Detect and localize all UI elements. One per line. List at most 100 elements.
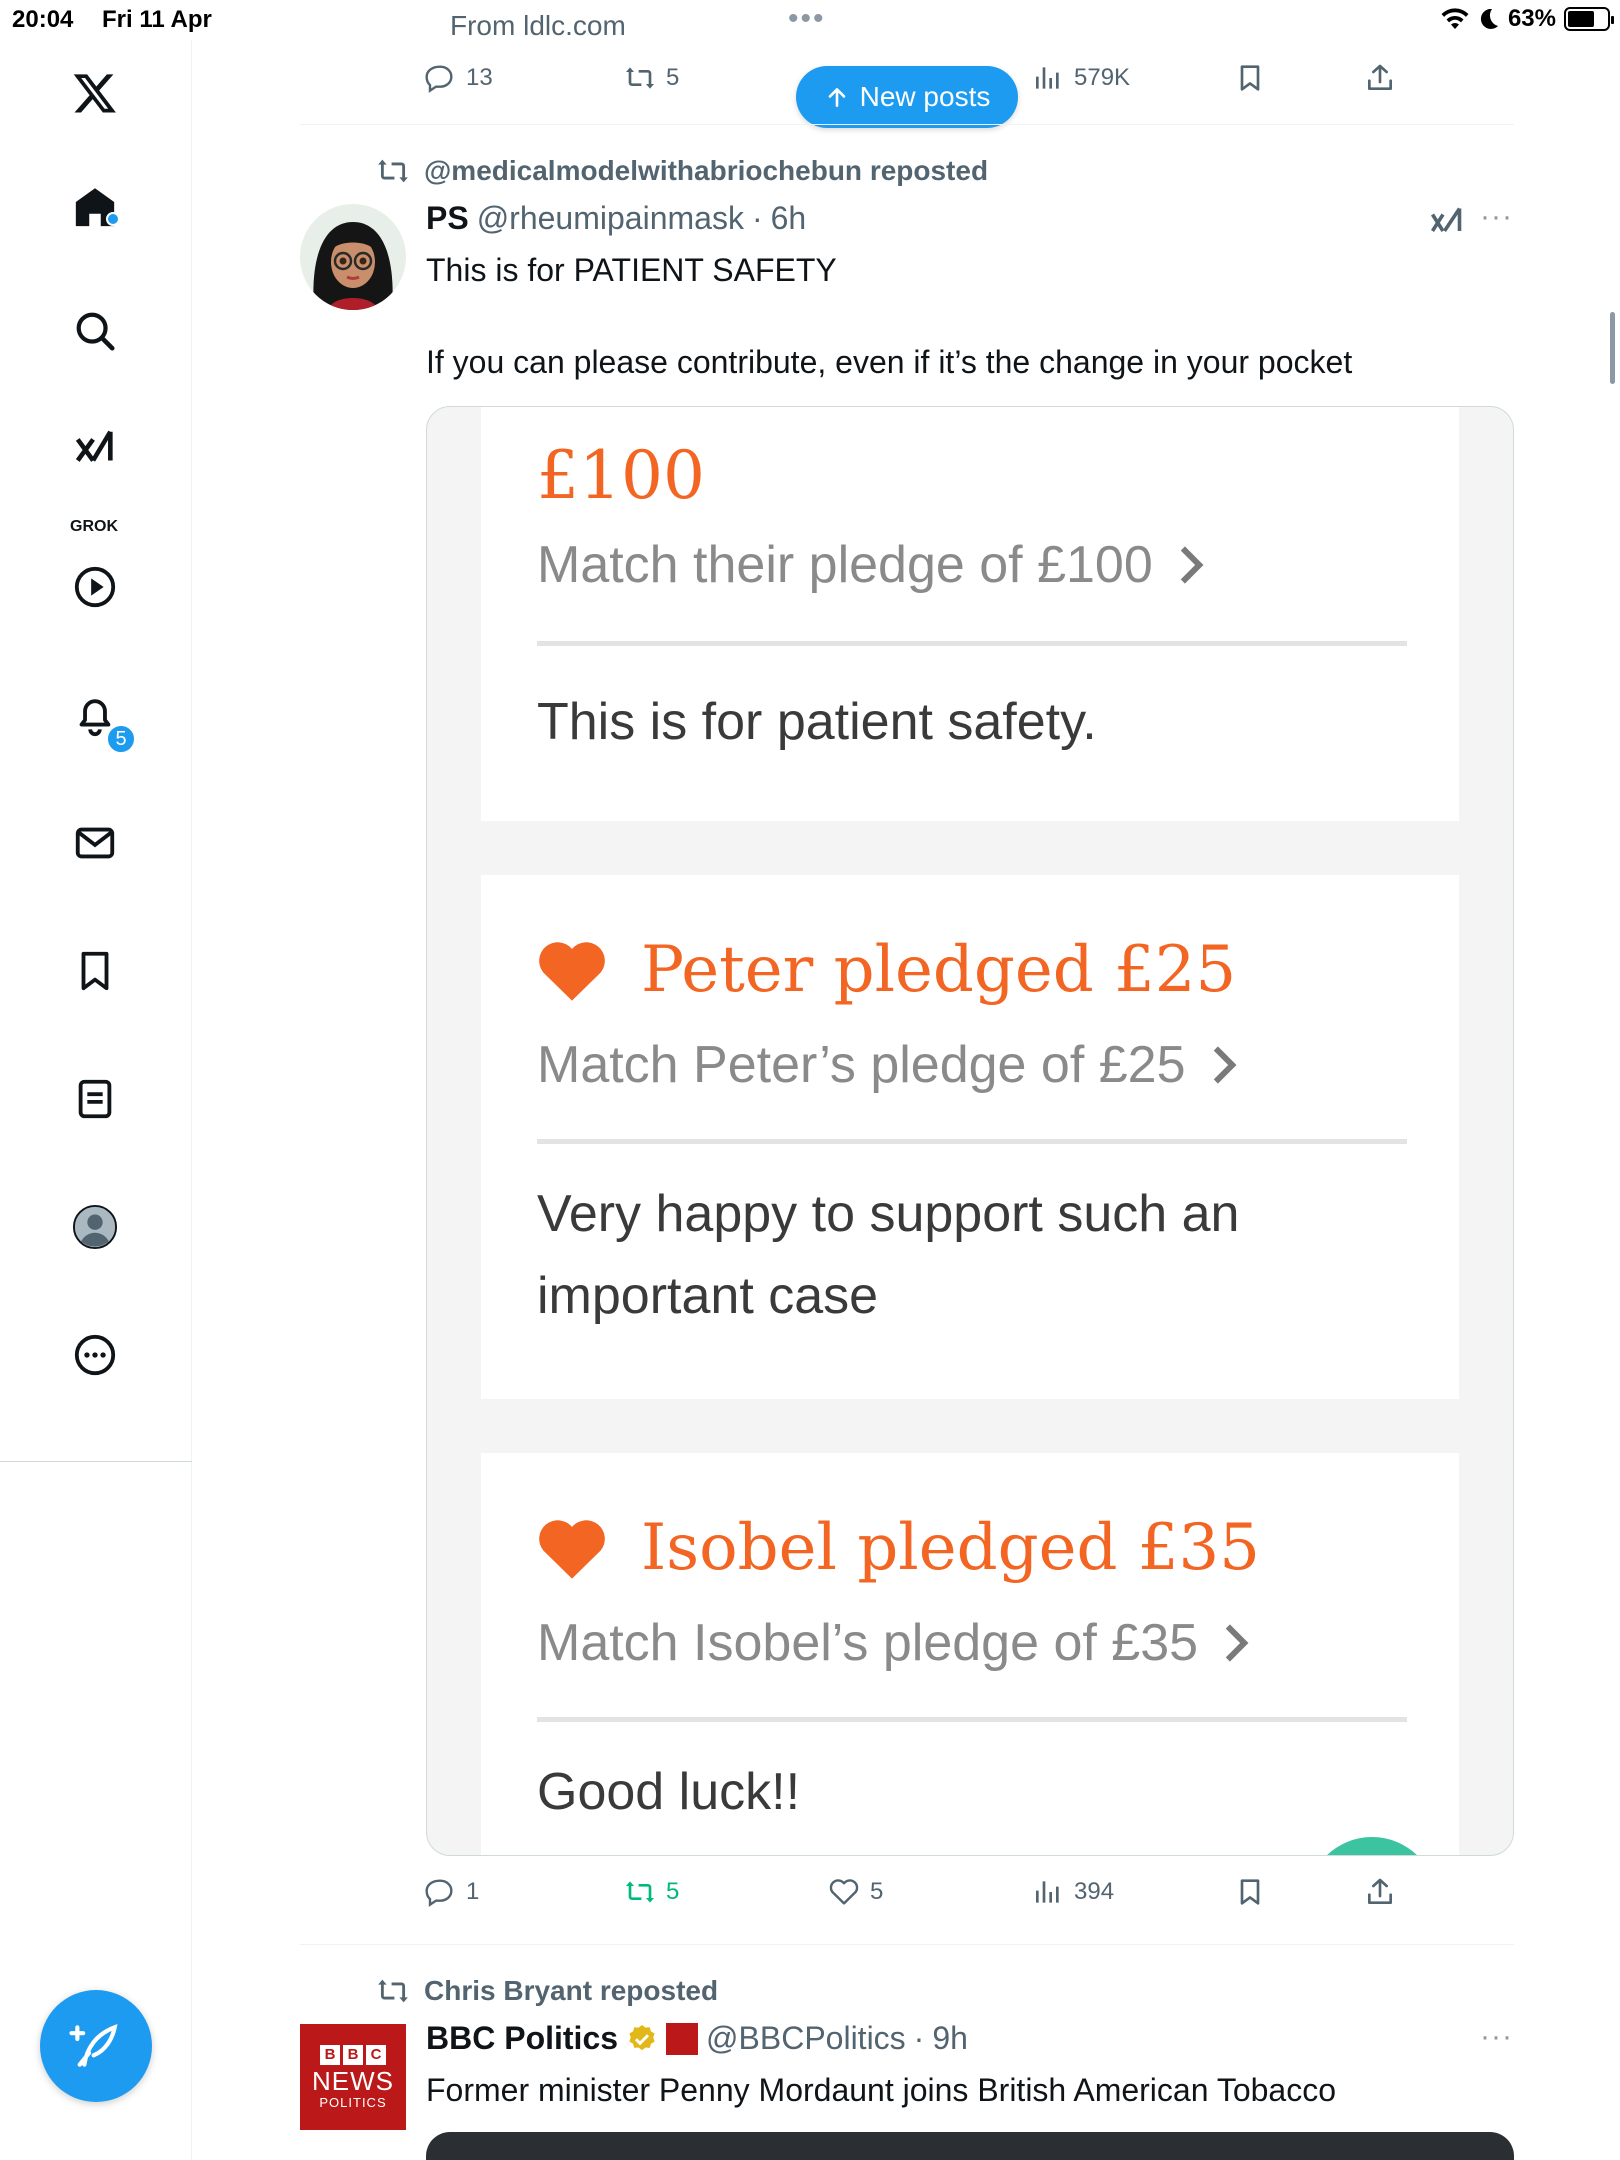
video-play-icon[interactable]: [66, 558, 124, 616]
reply-button[interactable]: 13: [424, 62, 493, 94]
more-circle-icon[interactable]: [66, 1326, 124, 1384]
status-time: 20:04: [12, 6, 74, 33]
bbc-news-text: NEWS: [312, 2065, 394, 2096]
pledge-card: £100 Match their pledge of £100 This is …: [481, 407, 1459, 821]
share-icon: [1368, 64, 1392, 90]
pledge-message: Good luck!!: [537, 1763, 801, 1821]
views-button[interactable]: 579K: [1032, 62, 1130, 94]
repost-button[interactable]: 5: [624, 62, 679, 94]
pledge-title: Peter pledged £25: [537, 933, 1236, 1007]
share-icon: [1368, 1878, 1392, 1904]
x-logo-icon[interactable]: [66, 64, 124, 122]
repost-attribution[interactable]: Chris Bryant reposted: [376, 1974, 718, 2008]
repost-attribution-text: Chris Bryant reposted: [424, 1975, 719, 2006]
repost-attribution[interactable]: @medicalmodelwithabriochebun reposted: [376, 154, 988, 188]
reply-button[interactable]: 1: [424, 1876, 479, 1908]
post-time[interactable]: 6h: [771, 200, 807, 237]
lists-icon[interactable]: [66, 1070, 124, 1128]
bookmark-button[interactable]: [1234, 62, 1266, 94]
reply-icon: [425, 65, 453, 93]
match-pledge-text: Match Peter’s pledge of £25: [537, 1036, 1186, 1094]
views-chart-icon: [1036, 1881, 1059, 1903]
post-text-line-2: If you can please contribute, even if it…: [426, 344, 1353, 380]
moon-icon: [1480, 8, 1498, 29]
repost-button[interactable]: 5: [624, 1876, 679, 1908]
grok-label: GROK: [70, 518, 118, 535]
bookmark-button[interactable]: [1234, 1876, 1266, 1908]
share-button[interactable]: [1364, 62, 1396, 94]
pledge-card: Isobel pledged £35 Match Isobel’s pledge…: [481, 1453, 1459, 1855]
scrollbar[interactable]: [1610, 312, 1615, 384]
home-icon[interactable]: [66, 178, 124, 236]
bookmarks-icon[interactable]: [66, 942, 124, 1000]
profile-avatar-icon[interactable]: [66, 1198, 124, 1256]
share-button[interactable]: [1364, 1876, 1396, 1908]
author-handle[interactable]: @rheumipainmask: [477, 200, 744, 237]
meta-separator: ·: [751, 200, 763, 236]
reply-count: 1: [466, 1878, 480, 1905]
new-posts-button[interactable]: New posts: [796, 66, 1018, 128]
views-button[interactable]: 394: [1032, 1876, 1114, 1908]
post-media-image[interactable]: £100 Match their pledge of £100 This is …: [426, 406, 1514, 1856]
compose-button[interactable]: [40, 1990, 152, 2102]
pledge-title: Isobel pledged £35: [537, 1511, 1260, 1585]
post-more-button[interactable]: ···: [1480, 2020, 1513, 2054]
repost-icon: [626, 1881, 654, 1903]
card-separator: [537, 641, 1407, 646]
compose-feather-icon: [69, 2024, 118, 2067]
chevron-right-icon: [1180, 546, 1204, 584]
post-divider: [300, 124, 1514, 125]
heart-icon: [829, 1879, 859, 1905]
bookmark-icon: [1240, 65, 1260, 91]
pledge-title-text: Peter pledged £25: [641, 933, 1237, 1007]
messages-envelope-icon[interactable]: [66, 814, 124, 872]
author-name[interactable]: PS: [426, 200, 469, 237]
card-separator: [537, 1139, 1407, 1144]
post-text: Former minister Penny Mordaunt joins Bri…: [426, 2072, 1336, 2108]
match-pledge-text: Match their pledge of £100: [537, 536, 1153, 594]
repost-attribution-text: @medicalmodelwithabriochebun reposted: [424, 155, 989, 186]
like-button[interactable]: 5: [828, 1876, 883, 1908]
author-name[interactable]: BBC Politics: [426, 2020, 618, 2057]
author-avatar-image: [300, 204, 406, 310]
post-divider: [300, 1944, 1514, 1945]
post-text-line-1: This is for PATIENT SAFETY: [426, 252, 837, 288]
bbc-news-avatar[interactable]: B B C NEWS POLITICS: [300, 2024, 406, 2130]
chevron-right-icon: [1213, 1046, 1236, 1084]
home-unread-dot: [106, 212, 120, 226]
heart-icon: [539, 1520, 605, 1579]
search-icon[interactable]: [66, 302, 124, 360]
post-author-line: PS @rheumipainmask · 6h: [426, 200, 806, 237]
grok-icon[interactable]: [66, 420, 124, 478]
new-posts-label: New posts: [859, 81, 991, 112]
sidebar-separator: [0, 1461, 192, 1462]
repost-icon: [378, 159, 408, 183]
bbc-section-text: POLITICS: [319, 2094, 387, 2110]
repost-icon: [378, 1979, 408, 2003]
match-pledge-text: Match Isobel’s pledge of £35: [537, 1614, 1199, 1672]
browser-dots[interactable]: •••: [788, 2, 826, 36]
status-icons: 63%: [1440, 5, 1614, 33]
sidebar: GROK 5: [0, 40, 192, 2160]
repost-count: 5: [666, 1878, 680, 1905]
post-time[interactable]: 9h: [932, 2020, 968, 2057]
heart-icon: [539, 942, 605, 1001]
views-count: 394: [1074, 1878, 1115, 1905]
battery-percent: 63%: [1507, 5, 1556, 32]
bbc-blocks: B B C: [320, 2044, 386, 2065]
card-separator: [537, 1717, 1407, 1722]
pledge-title-text: Isobel pledged £35: [641, 1511, 1260, 1585]
grok-icon[interactable]: [1428, 204, 1464, 240]
post-author-line: BBC Politics @BBCPolitics · 9h: [426, 2020, 968, 2057]
pledge-card: Peter pledged £25 Match Peter’s pledge o…: [481, 875, 1459, 1399]
affiliate-bbc-icon: [666, 2022, 699, 2055]
repost-icon: [626, 67, 654, 89]
author-handle[interactable]: @BBCPolitics: [706, 2020, 906, 2057]
author-avatar[interactable]: [300, 204, 406, 310]
post-media-image[interactable]: [426, 2132, 1514, 2160]
bookmark-icon: [1240, 1879, 1260, 1905]
meta-separator: ·: [913, 2020, 925, 2056]
reply-count: 13: [466, 64, 493, 91]
post-more-button[interactable]: ···: [1480, 200, 1513, 234]
source-link[interactable]: From ldlc.com: [450, 10, 626, 42]
